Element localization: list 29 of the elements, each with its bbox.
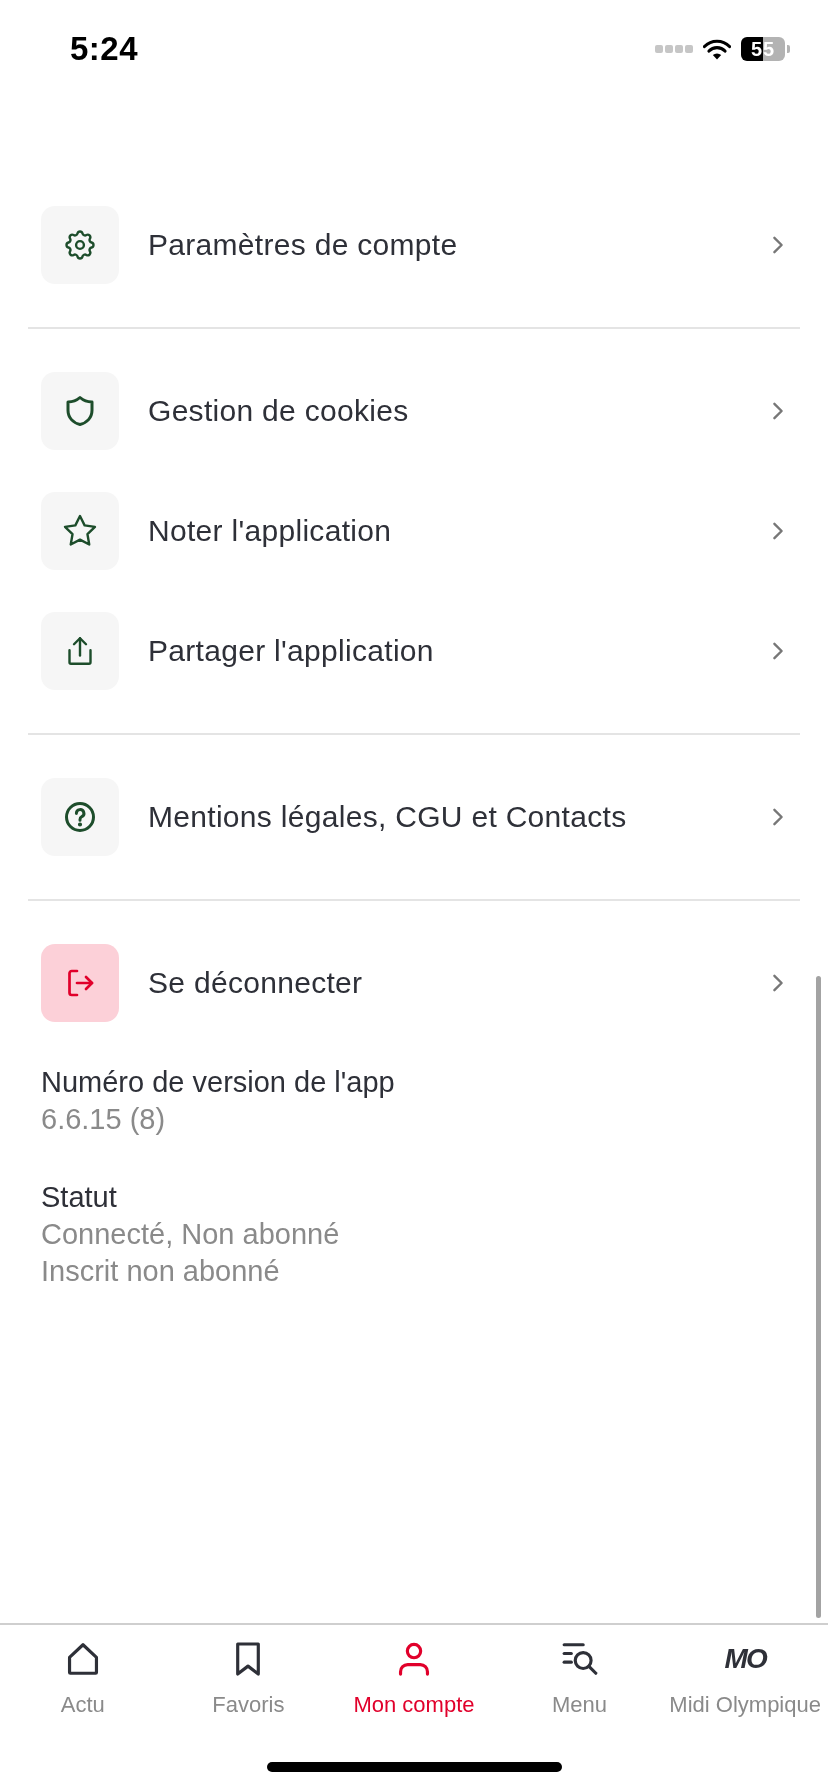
menu-item[interactable]: Mentions légales, CGU et Contacts [0, 757, 828, 877]
chevron-right-icon [772, 521, 784, 541]
status-time: 5:24 [70, 30, 139, 68]
shield-icon [41, 372, 119, 450]
wifi-icon [703, 38, 731, 60]
help-icon [41, 778, 119, 856]
chevron-right-icon [772, 973, 784, 993]
logout-icon [41, 944, 119, 1022]
menu-item[interactable]: Partager l'application [0, 591, 828, 711]
tab[interactable]: Mon compte [331, 1640, 497, 1719]
chevron-right-icon [772, 641, 784, 661]
settings-icon [41, 206, 119, 284]
chevron-right-icon [772, 401, 784, 421]
logo-text: MO [724, 1642, 766, 1676]
info-label: Numéro de version de l'app [41, 1065, 395, 1100]
menu-search-icon [560, 1640, 599, 1678]
info-value: Inscrit non abonné [41, 1254, 280, 1289]
signal-icon [655, 44, 693, 54]
menu-item[interactable]: Se déconnecter [0, 923, 828, 1043]
share-icon [41, 612, 119, 690]
info-label: Statut [41, 1180, 117, 1215]
info-value: 6.6.15 (8) [41, 1102, 166, 1137]
menu-item[interactable]: Paramètres de compte [0, 185, 828, 305]
chevron-right-icon [772, 235, 784, 255]
menu-item[interactable]: Noter l'application [0, 471, 828, 591]
chevron-right-icon [772, 807, 784, 827]
menu-item[interactable]: Gestion de cookies [0, 351, 828, 471]
info-value: Connecté, Non abonné [41, 1217, 340, 1252]
tab[interactable]: MO Midi Olympique [662, 1640, 828, 1719]
